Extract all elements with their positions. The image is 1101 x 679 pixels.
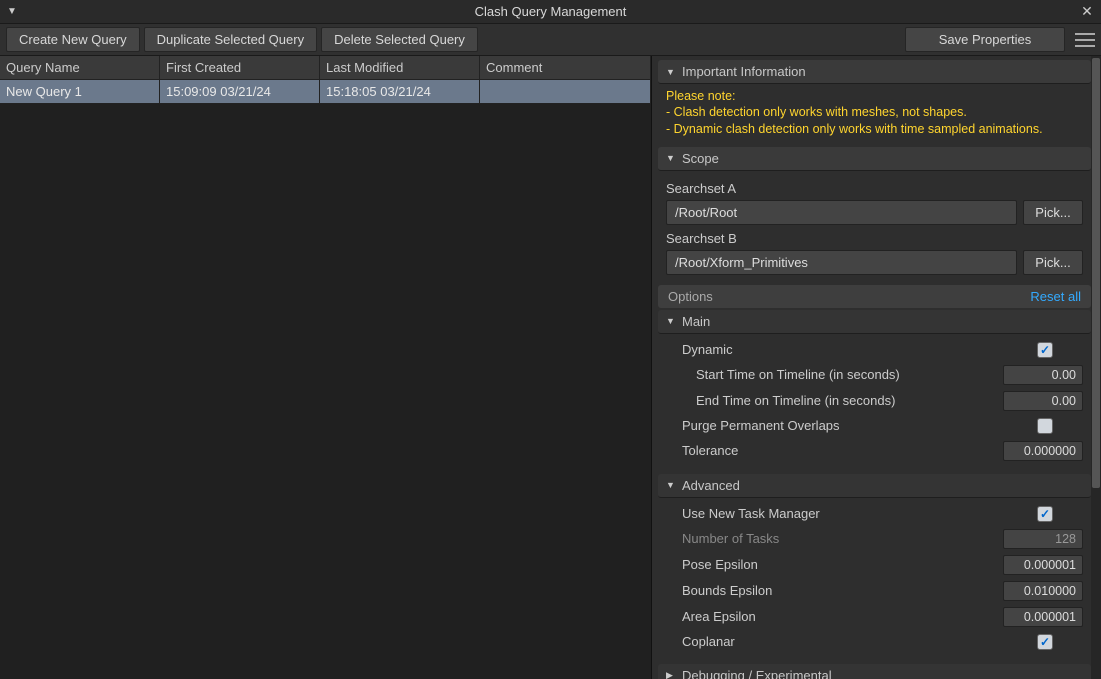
delete-query-button[interactable]: Delete Selected Query [321,27,478,52]
col-query-name[interactable]: Query Name [0,56,160,79]
coplanar-label: Coplanar [666,634,1037,649]
chevron-down-icon: ▼ [666,480,676,490]
searchset-b-pick-button[interactable]: Pick... [1023,250,1083,275]
close-icon[interactable]: ✕ [1073,3,1101,20]
options-label: Options [668,289,713,304]
area-input[interactable] [1003,607,1083,627]
col-last-modified[interactable]: Last Modified [320,56,480,79]
properties-panel: ▼ Important Information Please note: - C… [652,56,1101,679]
numtasks-input[interactable] [1003,529,1083,549]
window-title: Clash Query Management [0,4,1101,19]
dynamic-label: Dynamic [666,342,1037,357]
end-time-label: End Time on Timeline (in seconds) [666,393,1003,408]
purge-checkbox[interactable] [1037,418,1053,434]
section-main[interactable]: ▼ Main [658,310,1091,334]
cell-modified: 15:18:05 03/21/24 [320,80,480,103]
chevron-right-icon: ▶ [666,670,676,679]
section-title: Advanced [682,478,740,493]
section-debugging[interactable]: ▶ Debugging / Experimental [658,664,1091,679]
cell-comment [480,80,651,103]
reset-all-link[interactable]: Reset all [1030,289,1081,304]
section-important-info[interactable]: ▼ Important Information [658,60,1091,84]
chevron-down-icon: ▼ [666,316,676,326]
bounds-label: Bounds Epsilon [666,583,1003,598]
end-time-input[interactable] [1003,391,1083,411]
info-line1: - Clash detection only works with meshes… [666,104,1083,120]
duplicate-query-button[interactable]: Duplicate Selected Query [144,27,317,52]
start-time-label: Start Time on Timeline (in seconds) [666,367,1003,382]
pose-label: Pose Epsilon [666,557,1003,572]
searchset-a-pick-button[interactable]: Pick... [1023,200,1083,225]
col-comment[interactable]: Comment [480,56,651,79]
scrollbar-thumb[interactable] [1092,58,1100,488]
toolbar: Create New Query Duplicate Selected Quer… [0,24,1101,56]
table-row[interactable]: New Query 1 15:09:09 03/21/24 15:18:05 0… [0,80,651,104]
section-title: Main [682,314,710,329]
start-time-input[interactable] [1003,365,1083,385]
chevron-down-icon: ▼ [666,67,676,77]
section-title: Scope [682,151,719,166]
section-title: Important Information [682,64,806,79]
cell-name: New Query 1 [0,80,160,103]
numtasks-label: Number of Tasks [666,531,1003,546]
window-menu-icon[interactable]: ▼ [0,6,24,17]
table-body: New Query 1 15:09:09 03/21/24 15:18:05 0… [0,80,651,679]
info-note-intro: Please note: [666,88,1083,104]
tolerance-label: Tolerance [666,443,1003,458]
searchset-a-input[interactable] [666,200,1017,225]
searchset-b-label: Searchset B [666,231,1083,246]
info-line2: - Dynamic clash detection only works wit… [666,121,1083,137]
pose-input[interactable] [1003,555,1083,575]
section-advanced[interactable]: ▼ Advanced [658,474,1091,498]
chevron-down-icon: ▼ [666,153,676,163]
save-properties-button[interactable]: Save Properties [905,27,1065,52]
cell-created: 15:09:09 03/21/24 [160,80,320,103]
tolerance-input[interactable] [1003,441,1083,461]
create-query-button[interactable]: Create New Query [6,27,140,52]
section-scope[interactable]: ▼ Scope [658,147,1091,171]
searchset-b-input[interactable] [666,250,1017,275]
taskmgr-label: Use New Task Manager [666,506,1037,521]
taskmgr-checkbox[interactable] [1037,506,1053,522]
query-table: Query Name First Created Last Modified C… [0,56,652,679]
bounds-input[interactable] [1003,581,1083,601]
dynamic-checkbox[interactable] [1037,342,1053,358]
hamburger-icon[interactable] [1075,31,1095,49]
scrollbar[interactable] [1091,56,1101,679]
searchset-a-label: Searchset A [666,181,1083,196]
section-title: Debugging / Experimental [682,668,832,679]
titlebar: ▼ Clash Query Management ✕ [0,0,1101,24]
purge-label: Purge Permanent Overlaps [666,418,1037,433]
area-label: Area Epsilon [666,609,1003,624]
coplanar-checkbox[interactable] [1037,634,1053,650]
options-bar: Options Reset all [658,285,1091,308]
col-first-created[interactable]: First Created [160,56,320,79]
table-header: Query Name First Created Last Modified C… [0,56,651,80]
